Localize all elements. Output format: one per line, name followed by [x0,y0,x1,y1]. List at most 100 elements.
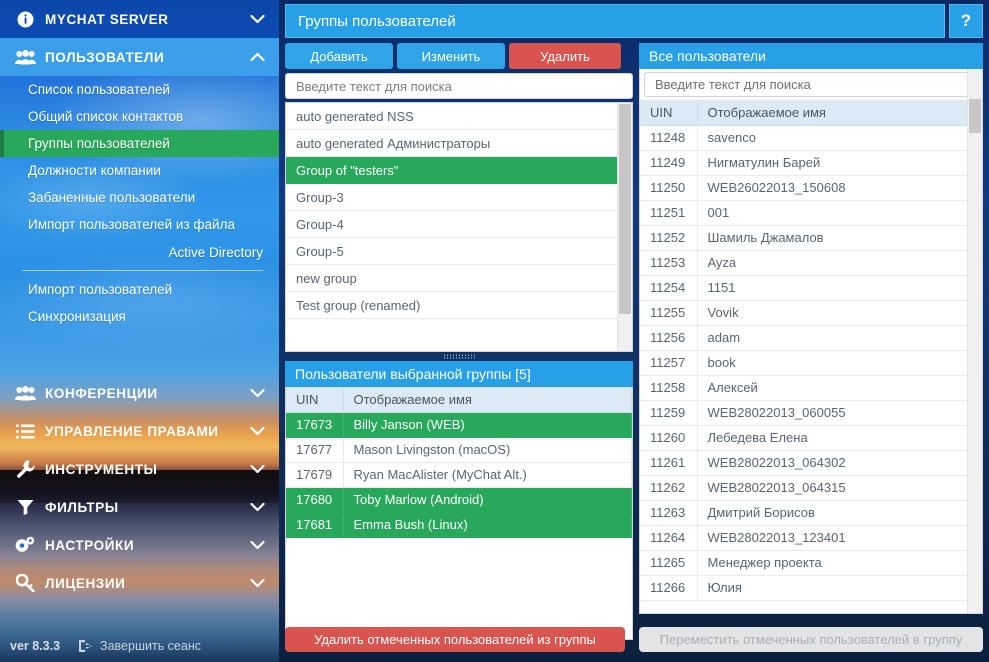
table-row[interactable]: 11253Ayza [640,250,982,275]
titlebar: Группы пользователей ? [285,4,983,38]
table-row[interactable]: 11258Алексей [640,375,982,400]
scrollbar-thumb[interactable] [969,99,981,133]
edit-group-button[interactable]: Изменить [397,43,505,69]
table-row[interactable]: 11255Vovik [640,300,982,325]
column-header-display-name[interactable]: Отображаемое имя [343,387,632,412]
table-row[interactable]: 11261WEB28022013_064302 [640,450,982,475]
sidebar-subitem-label: Импорт пользователей из файла [28,217,235,232]
table-row[interactable]: 11256adam [640,325,982,350]
sidebar-footer: ver 8.3.3 Завершить сеанс [0,630,279,662]
table-row[interactable]: 11260Лебедева Елена [640,425,982,450]
chevron-down-icon[interactable] [249,499,265,515]
sidebar-section-conferences[interactable]: КОНФЕРЕНЦИИ [0,374,279,412]
sidebar-item-ad-sync[interactable]: Синхронизация [0,303,279,330]
delete-group-button[interactable]: Удалить [509,43,621,69]
group-list-item[interactable]: new group [286,265,632,292]
all-users-scrollbar[interactable] [967,69,982,613]
groups-search-input[interactable] [294,78,624,95]
sidebar-divider [22,270,263,271]
users-icon [14,384,36,402]
table-row[interactable]: 11265Менеджер проекта [640,550,982,575]
table-row[interactable]: 17677Mason Livingston (macOS) [286,437,632,462]
group-list-item[interactable]: Group of "testers" [286,157,632,184]
table-row[interactable]: 11259WEB28022013_060055 [640,400,982,425]
scrollbar-thumb[interactable] [619,104,631,314]
sidebar-item-user-groups[interactable]: Группы пользователей [0,130,279,157]
table-row[interactable]: 11251001 [640,200,982,225]
table-row[interactable]: 11252Шамиль Джамалов [640,225,982,250]
table-row[interactable]: 11264WEB28022013_123401 [640,525,982,550]
chevron-down-icon[interactable] [249,575,265,591]
group-list-item[interactable]: auto generated NSS [286,103,632,130]
bottom-action-bar: Удалить отмеченных пользователей из груп… [279,618,989,662]
chevron-down-icon[interactable] [249,423,265,439]
add-group-button[interactable]: Добавить [285,43,393,69]
all-users-column: Все пользователи UIN Отображаемое имя 11… [639,43,983,615]
cell-display-name: Mason Livingston (macOS) [343,437,632,462]
group-list-item[interactable]: Test group (renamed) [286,292,632,319]
chevron-up-icon[interactable] [249,49,265,65]
sidebar-subitem-label: Группы пользователей [28,136,170,151]
column-header-display-name[interactable]: Отображаемое имя [697,100,982,125]
group-list-item[interactable]: Group-4 [286,211,632,238]
table-row[interactable]: 11248savenco [640,125,982,150]
cell-display-name: Ayza [697,250,982,275]
table-row[interactable]: 11249Нигматулин Барей [640,150,982,175]
resize-grip-icon [443,354,475,359]
sidebar-item-users-list[interactable]: Список пользователей [0,76,279,103]
cell-display-name: Юлия [697,575,982,600]
sidebar-section-licenses[interactable]: ЛИЦЕНЗИИ [0,564,279,602]
chevron-down-icon[interactable] [249,537,265,553]
sidebar-item-company-positions[interactable]: Должности компании [0,157,279,184]
sidebar-item-label: MYCHAT SERVER [45,12,249,27]
all-users-container: UIN Отображаемое имя 11248savenco11249Ни… [639,69,983,614]
cell-uin: 11256 [640,325,697,350]
sidebar-section-tools[interactable]: ИНСТРУМЕНТЫ [0,450,279,488]
table-row[interactable]: 11262WEB28022013_064315 [640,475,982,500]
remove-users-from-group-button[interactable]: Удалить отмеченных пользователей из груп… [285,627,625,652]
table-row[interactable]: 17681Emma Bush (Linux) [286,512,632,537]
panel-resize-handle[interactable] [285,352,633,361]
column-header-uin[interactable]: UIN [286,387,343,412]
table-row[interactable]: 11263Дмитрий Борисов [640,500,982,525]
group-list-item[interactable]: Group-3 [286,184,632,211]
groups-list-scrollbar[interactable] [617,103,632,351]
groups-list[interactable]: auto generated NSSauto generated Админис… [286,103,632,351]
chevron-down-icon[interactable] [249,385,265,401]
table-row[interactable]: 17680Toby Marlow (Android) [286,487,632,512]
cell-display-name: Дмитрий Борисов [697,500,982,525]
sidebar-item-banned-users[interactable]: Забаненные пользователи [0,184,279,211]
cell-display-name: WEB28022013_064302 [697,450,982,475]
sidebar-item-import-users-from-file[interactable]: Импорт пользователей из файла [0,211,279,238]
table-row[interactable]: 112541151 [640,275,982,300]
cell-display-name: Алексей [697,375,982,400]
help-button[interactable]: ? [949,4,983,38]
cell-uin: 11263 [640,500,697,525]
all-users-search-field[interactable] [644,72,978,97]
group-list-item[interactable]: Group-5 [286,238,632,265]
table-row[interactable]: 11250WEB26022013_150608 [640,175,982,200]
sidebar-item-ad-import-users[interactable]: Импорт пользователей [0,276,279,303]
column-header-uin[interactable]: UIN [640,100,697,125]
funnel-icon [14,498,36,516]
table-row[interactable]: 17679Ryan MacAlister (MyChat Alt.) [286,462,632,487]
groups-search-field[interactable] [285,73,633,99]
chevron-down-icon[interactable] [249,461,265,477]
sidebar-section-filters[interactable]: ФИЛЬТРЫ [0,488,279,526]
sidebar-section-users[interactable]: ПОЛЬЗОВАТЕЛИ [0,38,279,76]
cell-display-name: 1151 [697,275,982,300]
sidebar-section-settings[interactable]: НАСТРОЙКИ [0,526,279,564]
logout-button[interactable]: Завершить сеанс [78,639,201,653]
sidebar-section-rights-management[interactable]: УПРАВЛЕНИЕ ПРАВАМИ [0,412,279,450]
gears-icon [14,536,36,554]
sidebar-item-mychat-server[interactable]: MYCHAT SERVER [0,0,279,38]
table-row[interactable]: 11257book [640,350,982,375]
cell-uin: 11252 [640,225,697,250]
table-row[interactable]: 17673Billy Janson (WEB) [286,412,632,437]
chevron-down-icon[interactable] [249,11,265,27]
sidebar-item-contacts-list[interactable]: Общий список контактов [0,103,279,130]
group-list-item[interactable]: auto generated Администраторы [286,130,632,157]
all-users-search-input[interactable] [653,76,969,93]
table-row[interactable]: 11266Юлия [640,575,982,600]
sidebar-subitem-label: Общий список контактов [28,109,183,124]
